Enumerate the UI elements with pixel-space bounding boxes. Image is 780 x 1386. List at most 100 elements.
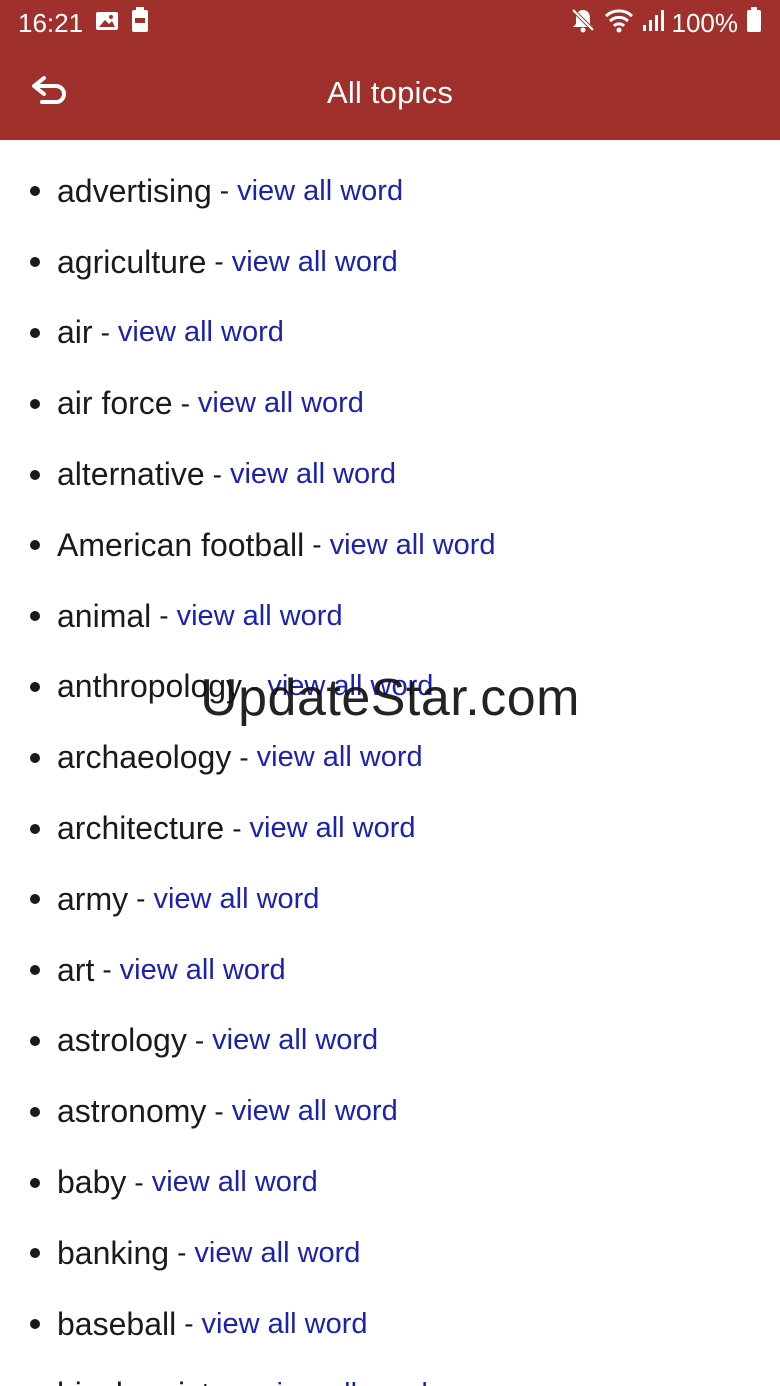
page-title: All topics (326, 75, 454, 110)
topic-name: American football (57, 526, 305, 563)
status-time: 16:21 (18, 7, 84, 38)
phone-screen: 16:21 100% All topics advertising - view… (0, 0, 780, 1386)
separator: - (232, 812, 242, 844)
topic-name: art (57, 951, 95, 988)
battery-percent: 100% (671, 7, 739, 38)
separator: - (214, 246, 224, 278)
list-item: baseball - view all word (0, 1289, 780, 1360)
list-item: art - view all word (0, 935, 780, 1006)
list-item: animal - view all word (0, 581, 780, 652)
view-all-word-link[interactable]: view all word (118, 316, 284, 349)
bullet-icon (30, 1106, 40, 1117)
view-all-word-link[interactable]: view all word (230, 458, 396, 491)
bullet-icon (30, 327, 40, 338)
back-arrow-icon (30, 74, 70, 113)
status-bar: 16:21 100% (0, 0, 780, 46)
separator: - (239, 741, 249, 773)
topic-list: advertising - view all word agriculture - vie… (0, 140, 780, 1386)
bullet-icon (30, 257, 40, 268)
view-all-word-link[interactable]: view all word (267, 670, 433, 703)
bullet-icon (30, 186, 40, 197)
topic-name: baby (57, 1164, 127, 1201)
view-all-word-link[interactable]: view all word (202, 1308, 368, 1341)
list-item: archaeology - view all word (0, 722, 780, 793)
separator: - (219, 175, 230, 207)
bullet-icon (30, 823, 40, 834)
separator: - (214, 1095, 224, 1127)
bullet-icon (30, 1248, 40, 1259)
list-item: American football - view all word (0, 510, 780, 581)
separator: - (102, 954, 112, 986)
view-all-word-link[interactable]: view all word (194, 1237, 360, 1270)
wifi-icon (604, 7, 634, 40)
view-all-word-link[interactable]: view all word (153, 883, 319, 916)
separator: - (180, 387, 190, 419)
view-all-word-link[interactable]: view all word (198, 387, 364, 420)
list-item: air force - view all word (0, 368, 780, 439)
view-all-word-link[interactable]: view all word (250, 812, 416, 845)
view-all-word-link[interactable]: view all word (257, 741, 423, 774)
view-all-word-link[interactable]: view all word (232, 246, 398, 279)
list-item: advertising - view all word (0, 156, 780, 227)
gallery-icon (95, 8, 119, 39)
view-all-word-link[interactable]: view all word (262, 1378, 428, 1386)
bullet-icon (30, 1177, 40, 1188)
topic-name: air force (57, 385, 173, 422)
topic-name: army (57, 880, 129, 917)
battery-icon (746, 6, 762, 40)
list-item: air - view all word (0, 298, 780, 369)
separator: - (312, 529, 322, 561)
list-item: biochemistry - view all word (0, 1360, 780, 1386)
battery-saver-icon (131, 6, 149, 40)
view-all-word-link[interactable]: view all word (330, 529, 496, 562)
list-item: astrology - view all word (0, 1006, 780, 1077)
separator: - (134, 1166, 144, 1198)
view-all-word-link[interactable]: view all word (152, 1166, 318, 1199)
separator: - (212, 458, 222, 490)
topic-name: banking (57, 1234, 170, 1271)
topic-name: biochemistry (57, 1376, 237, 1386)
topic-name: advertising (57, 172, 212, 209)
view-all-word-link[interactable]: view all word (212, 1024, 378, 1057)
separator: - (250, 670, 260, 702)
bullet-icon (30, 681, 40, 692)
topic-name: alternative (57, 456, 205, 493)
separator: - (159, 600, 169, 632)
view-all-word-link[interactable]: view all word (237, 175, 403, 208)
separator: - (194, 1024, 205, 1056)
separator: - (177, 1237, 187, 1269)
topic-name: archaeology (57, 739, 232, 776)
list-item: astronomy - view all word (0, 1076, 780, 1147)
list-item: anthropology - view all word (0, 652, 780, 723)
topic-name: agriculture (57, 243, 207, 280)
back-button[interactable] (22, 65, 78, 121)
separator: - (184, 1308, 194, 1340)
topic-name: animal (57, 597, 152, 634)
list-item: alternative - view all word (0, 439, 780, 510)
separator: - (136, 883, 146, 915)
bullet-icon (30, 965, 40, 976)
status-right: 100% (570, 6, 763, 40)
list-item: agriculture - view all word (0, 227, 780, 298)
list-item: banking - view all word (0, 1218, 780, 1289)
view-all-word-link[interactable]: view all word (232, 1095, 398, 1128)
topic-name: astrology (57, 1022, 187, 1059)
bullet-icon (30, 398, 40, 409)
topic-name: anthropology (57, 668, 243, 705)
bullet-icon (30, 752, 40, 763)
topic-name: air (57, 314, 93, 351)
bullet-icon (30, 611, 40, 622)
bullet-icon (30, 469, 40, 480)
bullet-icon (30, 1035, 40, 1046)
separator: - (100, 316, 110, 348)
separator: - (245, 1379, 254, 1386)
view-all-word-link[interactable]: view all word (120, 954, 286, 987)
app-bar: All topics (0, 46, 780, 140)
signal-icon (642, 7, 664, 40)
bullet-icon (30, 1319, 40, 1330)
bullet-icon (30, 894, 40, 905)
status-left: 16:21 (18, 6, 149, 40)
topic-name: baseball (57, 1305, 177, 1342)
view-all-word-link[interactable]: view all word (177, 600, 343, 633)
topic-name: architecture (57, 810, 225, 847)
